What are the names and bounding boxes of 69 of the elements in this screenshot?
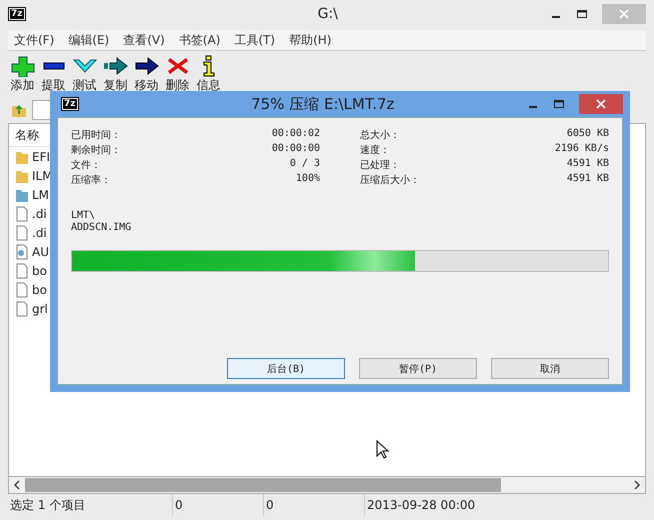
dialog-button[interactable]: 暂停(P) — [359, 358, 477, 379]
status-text: 2013-09-28 00:00 — [366, 497, 476, 514]
gear-file-icon — [15, 244, 29, 260]
toolbar-label[interactable]: 移动 — [134, 77, 158, 94]
dialog-button[interactable]: 后台(B) — [227, 358, 345, 379]
scroll-left-icon[interactable] — [13, 480, 21, 490]
toolbar-label[interactable]: 信息 — [196, 77, 220, 94]
mouse-cursor-icon — [376, 440, 390, 460]
dashed-arrow-icon[interactable] — [102, 55, 128, 77]
close-icon — [596, 99, 606, 109]
stat-label: 压缩后大小： — [360, 174, 420, 188]
stat-label: 压缩率： — [71, 174, 111, 188]
stat-value: 0 / 3 — [290, 158, 320, 171]
current-file: ADDSCN.IMG — [71, 222, 132, 234]
toolbar-label[interactable]: 复制 — [104, 77, 128, 94]
menu-item[interactable]: 帮助(H) — [289, 32, 332, 48]
file-name[interactable]: AU — [32, 244, 49, 258]
stat-value: 2196 KB/s — [554, 143, 609, 156]
current-folder: LMT\ — [71, 210, 96, 222]
stat-value: 00:00:02 — [272, 128, 320, 141]
menu-item[interactable]: 工具(T) — [234, 32, 276, 48]
stat-label: 速度： — [360, 144, 390, 158]
toolbar-label[interactable]: 添加 — [10, 77, 34, 94]
column-header[interactable]: 名称 — [9, 124, 49, 147]
stat-label: 已用时间： — [71, 128, 121, 143]
menu-item[interactable]: 书签(A) — [178, 32, 220, 48]
dialog-title: 75% 压缩 E:\LMT.7z — [250, 94, 396, 114]
app-logo: 7z — [8, 7, 26, 21]
arrow-icon[interactable] — [134, 55, 160, 77]
file-name[interactable]: .di — [32, 226, 47, 240]
file-icon — [15, 224, 29, 240]
stat-label: 剩余时间： — [71, 144, 121, 158]
stat-value: 00:00:00 — [272, 143, 320, 156]
plus-icon[interactable] — [10, 55, 36, 77]
toolbar-label[interactable]: 删除 — [166, 77, 190, 94]
scroll-right-icon[interactable] — [633, 480, 641, 490]
status-text: 0 — [173, 494, 264, 516]
toolbar-label[interactable]: 提取 — [42, 77, 66, 94]
file-icon — [15, 262, 29, 278]
stat-label: 已处理： — [360, 158, 400, 173]
file-name[interactable]: EFI — [32, 150, 50, 164]
file-icon — [15, 206, 29, 222]
app-logo: 7z — [61, 97, 79, 111]
stat-value: 4591 KB — [566, 158, 609, 171]
file-icon — [15, 282, 29, 298]
toolbar-label[interactable]: 测试 — [72, 77, 96, 94]
file-icon — [15, 300, 29, 316]
menu-item[interactable]: 编辑(E) — [68, 32, 110, 48]
stat-value: 4591 KB — [566, 173, 609, 186]
file-name[interactable]: LM — [32, 188, 50, 202]
file-name[interactable]: bo — [32, 264, 47, 278]
status-text: 选定 1 个项目 — [8, 494, 173, 516]
close-icon — [619, 9, 629, 19]
menu-item[interactable]: 文件(F) — [14, 32, 54, 48]
dialog-button[interactable]: 取消 — [491, 358, 609, 379]
stat-value: 100% — [296, 173, 320, 186]
maximize-icon[interactable] — [553, 98, 565, 110]
maximize-icon[interactable] — [576, 8, 588, 20]
stat-label: 文件： — [71, 158, 101, 173]
file-name[interactable]: bo — [32, 282, 47, 296]
menu-item[interactable]: 查看(V) — [123, 32, 165, 48]
file-name[interactable]: grl — [32, 302, 48, 316]
scrollbar-thumb[interactable] — [25, 478, 501, 492]
window-title: G:\ — [316, 6, 339, 22]
file-name[interactable]: .di — [32, 206, 47, 220]
stat-label: 总大小： — [360, 128, 400, 143]
close-button[interactable] — [579, 94, 623, 114]
status-text: 0 — [264, 494, 365, 516]
stat-value: 6050 KB — [566, 128, 609, 141]
